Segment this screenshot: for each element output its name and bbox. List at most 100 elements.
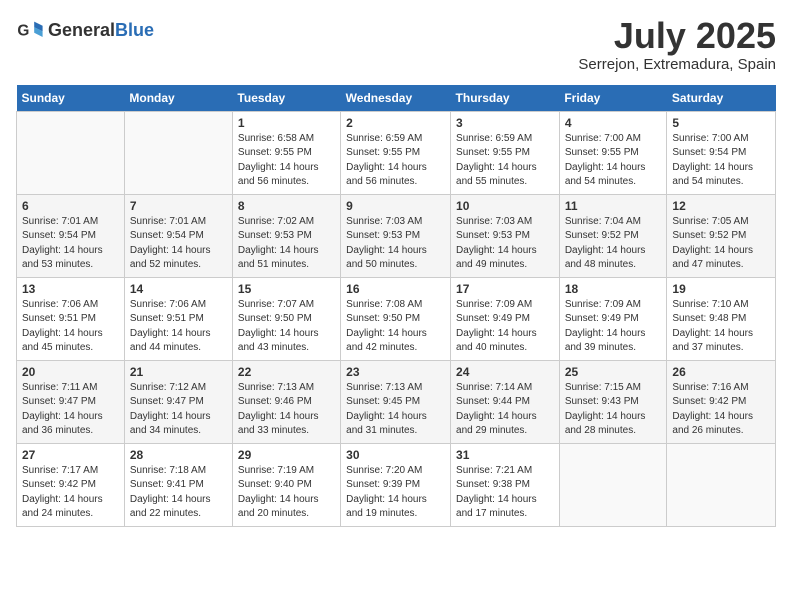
day-number: 12 <box>672 199 770 213</box>
cell-info: Sunrise: 7:17 AMSunset: 9:42 PMDaylight:… <box>22 465 103 520</box>
logo-blue: Blue <box>115 20 154 40</box>
calendar-cell: 9 Sunrise: 7:03 AMSunset: 9:53 PMDaylight… <box>341 194 451 277</box>
calendar-cell: 3 Sunrise: 6:59 AMSunset: 9:55 PMDaylight… <box>451 111 560 194</box>
calendar-cell: 23 Sunrise: 7:13 AMSunset: 9:45 PMDayligh… <box>341 360 451 443</box>
cell-info: Sunrise: 7:11 AMSunset: 9:47 PMDaylight:… <box>22 382 103 437</box>
day-number: 24 <box>456 365 554 379</box>
cell-info: Sunrise: 7:12 AMSunset: 9:47 PMDaylight:… <box>130 382 211 437</box>
cell-info: Sunrise: 7:10 AMSunset: 9:48 PMDaylight:… <box>672 299 753 354</box>
cell-info: Sunrise: 7:07 AMSunset: 9:50 PMDaylight:… <box>238 299 319 354</box>
cell-info: Sunrise: 7:03 AMSunset: 9:53 PMDaylight:… <box>456 216 537 271</box>
day-number: 17 <box>456 282 554 296</box>
day-number: 10 <box>456 199 554 213</box>
day-number: 3 <box>456 116 554 130</box>
calendar-cell: 10 Sunrise: 7:03 AMSunset: 9:53 PMDayligh… <box>451 194 560 277</box>
calendar-cell: 7 Sunrise: 7:01 AMSunset: 9:54 PMDaylight… <box>124 194 232 277</box>
calendar-week-row: 13 Sunrise: 7:06 AMSunset: 9:51 PMDayligh… <box>17 277 776 360</box>
day-number: 23 <box>346 365 445 379</box>
day-number: 28 <box>130 448 227 462</box>
day-number: 20 <box>22 365 119 379</box>
day-number: 7 <box>130 199 227 213</box>
cell-info: Sunrise: 7:16 AMSunset: 9:42 PMDaylight:… <box>672 382 753 437</box>
calendar-cell: 5Sunrise: 7:00 AMSunset: 9:54 PMDaylight… <box>667 111 776 194</box>
cell-info: Sunrise: 6:59 AMSunset: 9:55 PMDaylight:… <box>456 133 537 188</box>
cell-info: Sunrise: 7:00 AMSunset: 9:55 PMDaylight:… <box>565 133 646 188</box>
day-number: 29 <box>238 448 335 462</box>
day-number: 8 <box>238 199 335 213</box>
day-number: 11 <box>565 199 662 213</box>
cell-info: Sunrise: 7:01 AMSunset: 9:54 PMDaylight:… <box>22 216 103 271</box>
calendar-cell: 11 Sunrise: 7:04 AMSunset: 9:52 PMDayligh… <box>559 194 667 277</box>
calendar-cell: 16 Sunrise: 7:08 AMSunset: 9:50 PMDayligh… <box>341 277 451 360</box>
page-header: G GeneralBlue July 2025 Serrejon, Extrem… <box>16 16 776 73</box>
calendar-cell: 25Sunrise: 7:15 AMSunset: 9:43 PMDayligh… <box>559 360 667 443</box>
svg-text:G: G <box>17 23 29 40</box>
column-header-wednesday: Wednesday <box>341 85 451 112</box>
calendar-cell: 1 Sunrise: 6:58 AMSunset: 9:55 PMDaylight… <box>232 111 340 194</box>
calendar-cell: 24 Sunrise: 7:14 AMSunset: 9:44 PMDayligh… <box>451 360 560 443</box>
column-header-friday: Friday <box>559 85 667 112</box>
day-number: 9 <box>346 199 445 213</box>
calendar-week-row: 27Sunrise: 7:17 AMSunset: 9:42 PMDayligh… <box>17 443 776 526</box>
calendar-cell: 29 Sunrise: 7:19 AMSunset: 9:40 PMDayligh… <box>232 443 340 526</box>
day-number: 2 <box>346 116 445 130</box>
calendar-cell: 12 Sunrise: 7:05 AMSunset: 9:52 PMDayligh… <box>667 194 776 277</box>
cell-info: Sunrise: 6:58 AMSunset: 9:55 PMDaylight:… <box>238 133 319 188</box>
column-header-tuesday: Tuesday <box>232 85 340 112</box>
day-number: 16 <box>346 282 445 296</box>
cell-info: Sunrise: 7:20 AMSunset: 9:39 PMDaylight:… <box>346 465 427 520</box>
calendar-cell: 28 Sunrise: 7:18 AMSunset: 9:41 PMDayligh… <box>124 443 232 526</box>
calendar-week-row: 6 Sunrise: 7:01 AMSunset: 9:54 PMDaylight… <box>17 194 776 277</box>
column-header-monday: Monday <box>124 85 232 112</box>
day-number: 14 <box>130 282 227 296</box>
calendar-cell <box>124 111 232 194</box>
calendar-week-row: 20 Sunrise: 7:11 AMSunset: 9:47 PMDayligh… <box>17 360 776 443</box>
cell-info: Sunrise: 7:18 AMSunset: 9:41 PMDaylight:… <box>130 465 211 520</box>
calendar-cell: 13 Sunrise: 7:06 AMSunset: 9:51 PMDayligh… <box>17 277 125 360</box>
cell-info: Sunrise: 7:08 AMSunset: 9:50 PMDaylight:… <box>346 299 427 354</box>
day-number: 1 <box>238 116 335 130</box>
cell-info: Sunrise: 7:19 AMSunset: 9:40 PMDaylight:… <box>238 465 319 520</box>
cell-info: Sunrise: 7:06 AMSunset: 9:51 PMDaylight:… <box>130 299 211 354</box>
calendar-cell: 22Sunrise: 7:13 AMSunset: 9:46 PMDayligh… <box>232 360 340 443</box>
calendar-cell: 2Sunrise: 6:59 AMSunset: 9:55 PMDaylight… <box>341 111 451 194</box>
cell-info: Sunrise: 7:06 AMSunset: 9:51 PMDaylight:… <box>22 299 103 354</box>
calendar-week-row: 1 Sunrise: 6:58 AMSunset: 9:55 PMDaylight… <box>17 111 776 194</box>
day-number: 6 <box>22 199 119 213</box>
calendar-cell: 8 Sunrise: 7:02 AMSunset: 9:53 PMDaylight… <box>232 194 340 277</box>
calendar-cell: 30 Sunrise: 7:20 AMSunset: 9:39 PMDayligh… <box>341 443 451 526</box>
day-number: 15 <box>238 282 335 296</box>
cell-info: Sunrise: 7:05 AMSunset: 9:52 PMDaylight:… <box>672 216 753 271</box>
logo-text: GeneralBlue <box>48 20 154 41</box>
day-number: 13 <box>22 282 119 296</box>
day-number: 30 <box>346 448 445 462</box>
cell-info: Sunrise: 7:13 AMSunset: 9:46 PMDaylight:… <box>238 382 319 437</box>
logo-general: General <box>48 20 115 40</box>
cell-info: Sunrise: 7:21 AMSunset: 9:38 PMDaylight:… <box>456 465 537 520</box>
logo-icon: G <box>16 16 44 44</box>
calendar-cell: 27Sunrise: 7:17 AMSunset: 9:42 PMDayligh… <box>17 443 125 526</box>
calendar-cell: 6 Sunrise: 7:01 AMSunset: 9:54 PMDaylight… <box>17 194 125 277</box>
calendar-cell: 14 Sunrise: 7:06 AMSunset: 9:51 PMDayligh… <box>124 277 232 360</box>
column-header-thursday: Thursday <box>451 85 560 112</box>
calendar-table: SundayMondayTuesdayWednesdayThursdayFrid… <box>16 85 776 527</box>
calendar-cell <box>17 111 125 194</box>
column-header-saturday: Saturday <box>667 85 776 112</box>
cell-info: Sunrise: 7:02 AMSunset: 9:53 PMDaylight:… <box>238 216 319 271</box>
calendar-cell <box>667 443 776 526</box>
cell-info: Sunrise: 7:01 AMSunset: 9:54 PMDaylight:… <box>130 216 211 271</box>
calendar-header-row: SundayMondayTuesdayWednesdayThursdayFrid… <box>17 85 776 112</box>
cell-info: Sunrise: 7:09 AMSunset: 9:49 PMDaylight:… <box>456 299 537 354</box>
day-number: 18 <box>565 282 662 296</box>
calendar-cell: 26Sunrise: 7:16 AMSunset: 9:42 PMDayligh… <box>667 360 776 443</box>
cell-info: Sunrise: 7:14 AMSunset: 9:44 PMDaylight:… <box>456 382 537 437</box>
cell-info: Sunrise: 7:04 AMSunset: 9:52 PMDaylight:… <box>565 216 646 271</box>
calendar-cell <box>559 443 667 526</box>
day-number: 19 <box>672 282 770 296</box>
cell-info: Sunrise: 7:00 AMSunset: 9:54 PMDaylight:… <box>672 133 753 188</box>
cell-info: Sunrise: 7:13 AMSunset: 9:45 PMDaylight:… <box>346 382 427 437</box>
cell-info: Sunrise: 7:03 AMSunset: 9:53 PMDaylight:… <box>346 216 427 271</box>
cell-info: Sunrise: 7:15 AMSunset: 9:43 PMDaylight:… <box>565 382 646 437</box>
column-header-sunday: Sunday <box>17 85 125 112</box>
logo: G GeneralBlue <box>16 16 154 44</box>
